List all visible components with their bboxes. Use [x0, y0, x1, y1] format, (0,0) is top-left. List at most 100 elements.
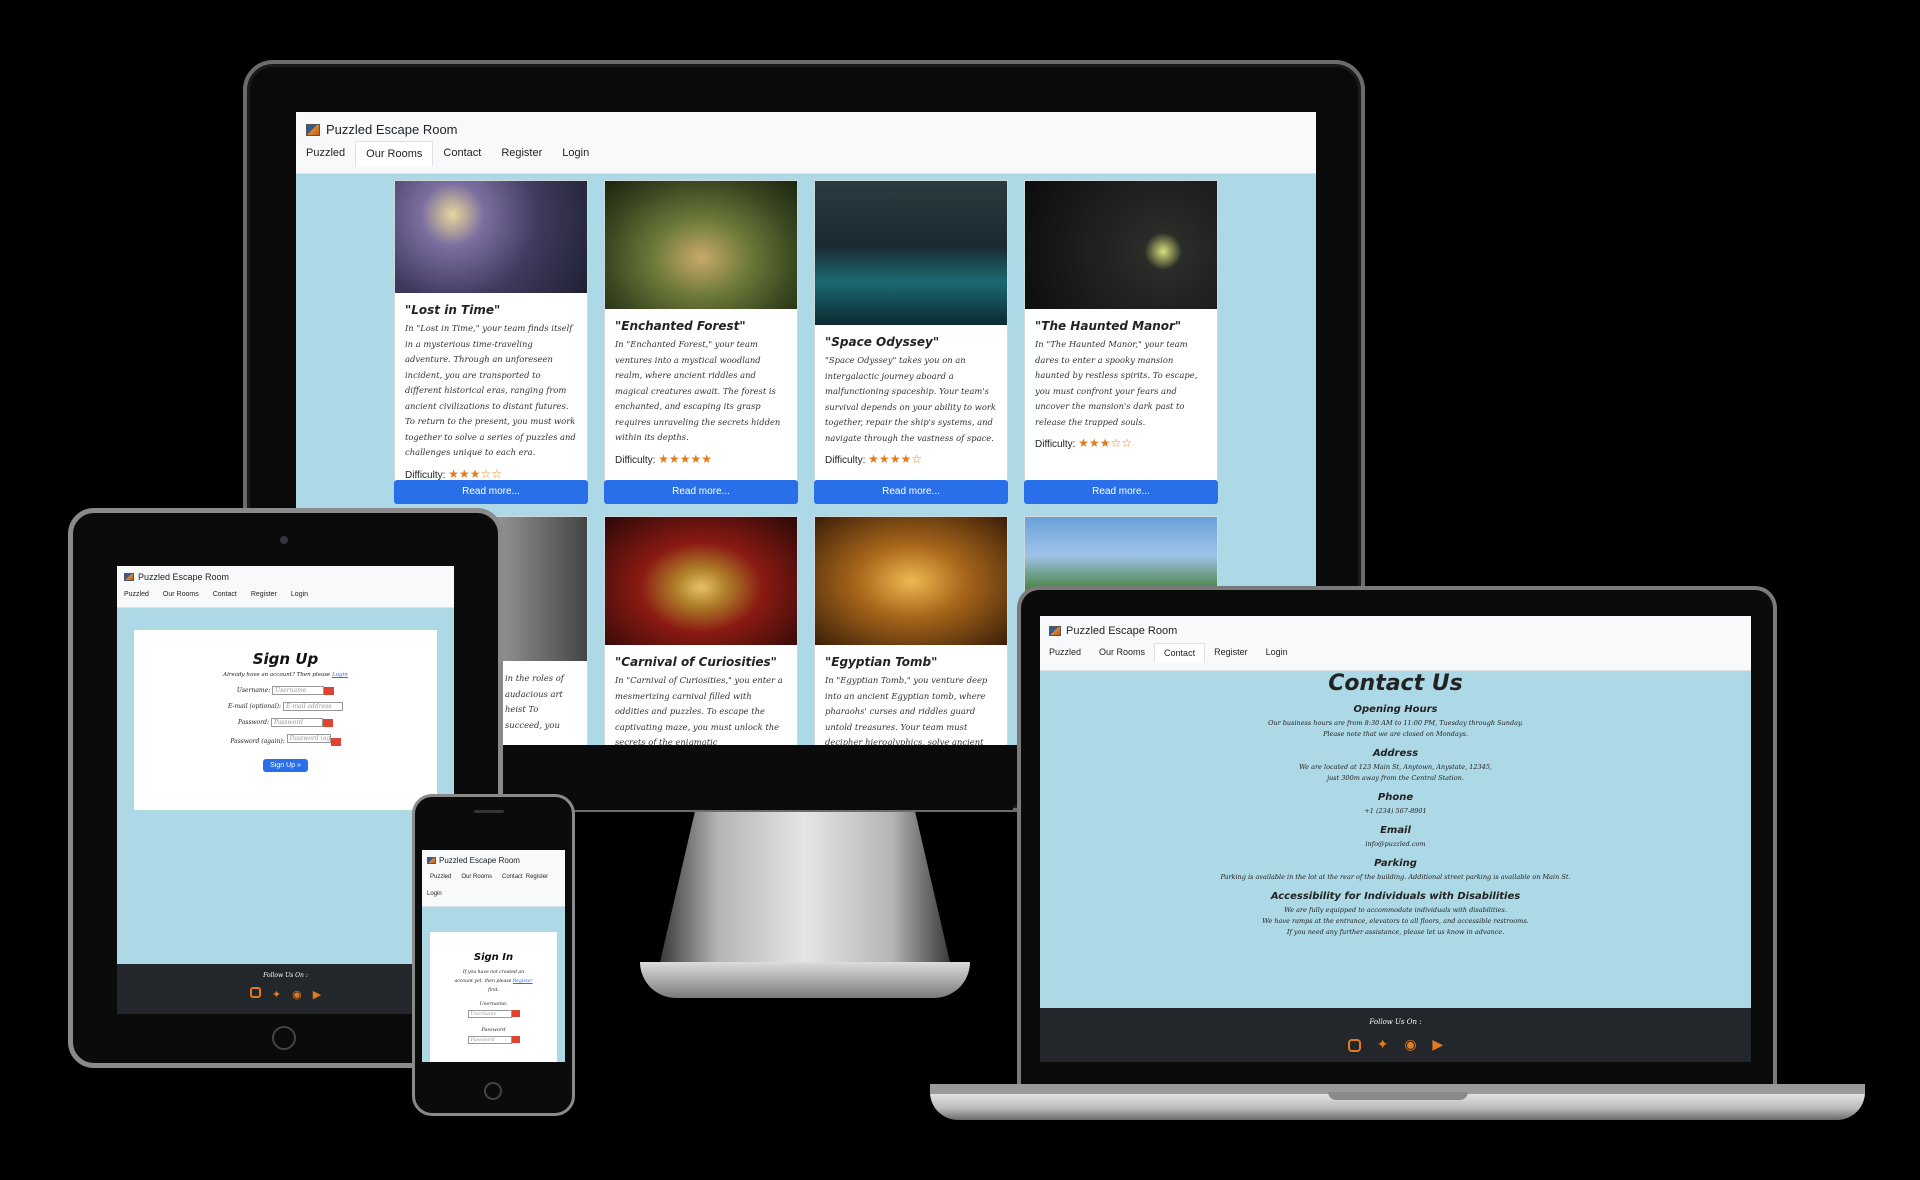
nav-our-rooms[interactable]: Our Rooms	[163, 589, 213, 600]
nav-register[interactable]: Register	[491, 141, 552, 167]
username-label: Username:	[479, 1001, 508, 1007]
nav-login[interactable]: Login	[552, 141, 599, 167]
difficulty-stars: ★★★★★	[658, 451, 712, 466]
nav-puzzled[interactable]: Puzzled	[306, 141, 355, 167]
signin-line2: account yet, then please	[454, 979, 512, 984]
navbar: Puzzled Escape Room Puzzled Our Rooms Co…	[1040, 616, 1751, 671]
nav-links: Puzzled Our Rooms Contact Register Login	[1049, 643, 1742, 663]
read-more-button[interactable]: Read more...	[604, 480, 798, 504]
contact-title: Contact Us	[1328, 671, 1463, 696]
room-image	[815, 181, 1007, 325]
nav-our-rooms[interactable]: Our Rooms	[461, 874, 502, 880]
difficulty: Difficulty: ★★★★★	[615, 451, 712, 466]
nav-login[interactable]: Login	[1257, 643, 1297, 663]
room-card: "Carnival of Curiosities" In "Carnival o…	[604, 516, 798, 745]
signup-login-link[interactable]: Login	[332, 672, 348, 678]
signin-register-link[interactable]: Register	[513, 979, 533, 984]
phone-home-button[interactable]	[484, 1082, 502, 1100]
nav-links: Puzzled Our Rooms Contact Register Login	[306, 141, 1306, 167]
contact-heading: Accessibility for Individuals with Disab…	[1270, 891, 1521, 902]
room-image	[395, 181, 587, 293]
social-links: ✦ ◉ ▶	[117, 987, 454, 1001]
nav-contact[interactable]: Contact	[502, 874, 523, 880]
contact-text: We are located at 123 Main St, Anytown, …	[1299, 763, 1492, 771]
read-more-button[interactable]: Read more...	[394, 480, 588, 504]
username-input[interactable]: Username	[467, 1010, 512, 1018]
nav-login[interactable]: Login	[427, 891, 442, 897]
nav-contact[interactable]: Contact	[213, 589, 251, 600]
contact-text[interactable]: info@puzzled.com	[1040, 839, 1751, 850]
key-icon	[324, 686, 335, 695]
room-card: "Enchanted Forest" In "Enchanted Forest,…	[604, 180, 798, 482]
room-title: "Lost in Time"	[405, 303, 501, 317]
difficulty-stars: ★★★☆☆	[448, 466, 502, 481]
nav-register[interactable]: Register	[1205, 643, 1257, 663]
read-more-button[interactable]: Read more...	[1024, 480, 1218, 504]
room-description: In "Lost in Time," your team finds itsel…	[405, 323, 576, 457]
monitor-stand-base	[640, 962, 970, 998]
nav-register[interactable]: Register	[523, 874, 558, 880]
youtube-icon[interactable]: ▶	[313, 988, 321, 1001]
email-label: E-mail (optional):	[228, 703, 282, 710]
twitter-icon[interactable]: ✦	[1377, 1036, 1389, 1053]
instagram-icon[interactable]	[1347, 1038, 1361, 1052]
monitor-stand	[660, 812, 950, 962]
brand[interactable]: Puzzled Escape Room	[306, 122, 1306, 137]
contact-text: Our business hours are from 8:30 AM to 1…	[1268, 719, 1523, 727]
room-description: In "Egyptian Tomb," you venture deep int…	[825, 675, 988, 745]
facebook-icon[interactable]: ◉	[1404, 1036, 1416, 1053]
tablet-home-button[interactable]	[272, 1026, 296, 1050]
follow-text: Follow Us On :	[1369, 1018, 1422, 1026]
room-title: "Egyptian Tomb"	[825, 655, 938, 669]
room-title: "Enchanted Forest"	[615, 319, 746, 333]
contact-text: +1 (234) 567-8901	[1364, 807, 1427, 815]
password-input[interactable]: Password	[270, 718, 323, 727]
email-input[interactable]: E-mail address	[282, 702, 343, 711]
contact-heading: Email	[1380, 825, 1411, 836]
room-description: "Space Odyssey" takes you on an intergal…	[825, 355, 996, 443]
twitter-icon[interactable]: ✦	[272, 988, 281, 1001]
room-description: In "The Haunted Manor," your team dares …	[1035, 339, 1198, 427]
brand[interactable]: Puzzled Escape Room	[124, 572, 447, 582]
read-more-button[interactable]: Read more...	[814, 480, 1008, 504]
nav-puzzled[interactable]: Puzzled	[124, 589, 163, 600]
username-label: Username:	[236, 687, 271, 694]
facebook-icon[interactable]: ◉	[292, 988, 302, 1001]
contact-heading: Address	[1372, 748, 1419, 759]
brand[interactable]: Puzzled Escape Room	[1049, 625, 1742, 637]
youtube-icon[interactable]: ▶	[1432, 1036, 1443, 1053]
username-input[interactable]: Username	[272, 686, 325, 695]
room-image	[605, 181, 797, 309]
nav-contact[interactable]: Contact	[1154, 643, 1206, 663]
signup-button[interactable]: Sign Up »	[263, 758, 308, 772]
password-label: Password:	[238, 719, 270, 726]
nav-our-rooms[interactable]: Our Rooms	[1090, 643, 1154, 663]
contact-text: We have ramps at the entrance, elevators…	[1262, 917, 1529, 925]
room-title: "Space Odyssey"	[825, 335, 940, 349]
social-links: ✦ ◉ ▶	[1040, 1036, 1751, 1053]
room-description: in the roles of audacious art heist To s…	[505, 673, 564, 730]
key-icon	[511, 1036, 520, 1043]
room-image	[605, 517, 797, 645]
instagram-icon[interactable]	[249, 987, 261, 998]
logo-icon	[1049, 626, 1061, 636]
nav-puzzled[interactable]: Puzzled	[1049, 643, 1090, 663]
key-icon	[511, 1010, 520, 1017]
nav-puzzled[interactable]: Puzzled	[427, 874, 461, 880]
brand-text: Puzzled Escape Room	[326, 122, 458, 137]
nav-register[interactable]: Register	[251, 589, 291, 600]
nav-our-rooms[interactable]: Our Rooms	[355, 141, 434, 167]
password-input[interactable]: Password	[467, 1036, 512, 1044]
room-image	[1025, 181, 1217, 309]
signin-card: Sign In If you have not created an accou…	[430, 932, 557, 1062]
logo-icon	[124, 573, 134, 581]
footer: Follow Us On : ✦ ◉ ▶	[117, 964, 454, 1014]
contact-text: Please note that we are closed on Monday…	[1323, 730, 1468, 738]
password2-input[interactable]: Password (again)	[286, 734, 331, 743]
brand[interactable]: Puzzled Escape Room	[427, 856, 560, 865]
nav-login[interactable]: Login	[291, 589, 308, 600]
nav-contact[interactable]: Contact	[433, 141, 491, 167]
contact-heading: Parking	[1374, 858, 1417, 869]
contact-text: just 300m away from the Central Station.	[1327, 774, 1464, 782]
contact-text: Parking is available in the lot at the r…	[1220, 873, 1571, 881]
